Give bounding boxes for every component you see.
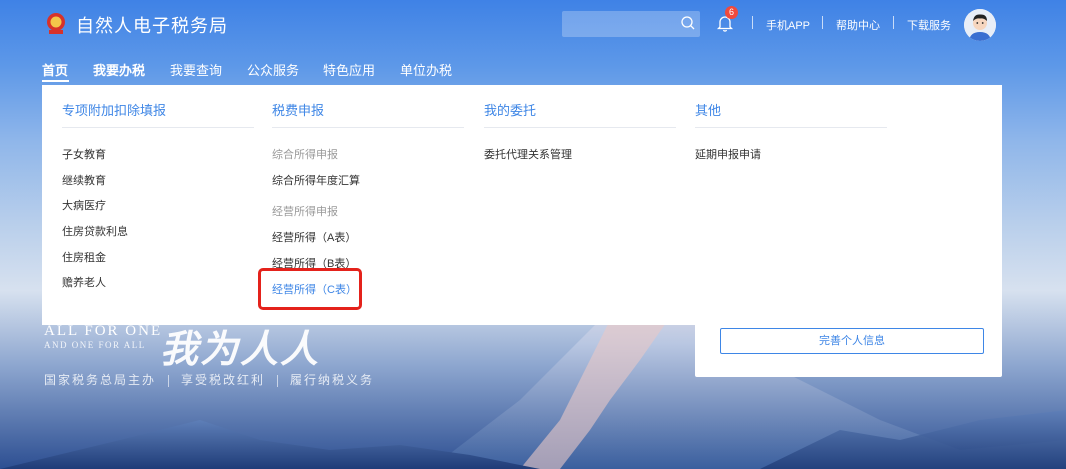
hero-slogan-line1: ALL FOR ONE	[44, 323, 163, 339]
menu-item-deferred-filing[interactable]: 延期申报申请	[695, 146, 761, 162]
tagline-divider	[277, 375, 279, 388]
group-label-comprehensive-income: 综合所得申报	[272, 149, 338, 161]
menu-item-elderly-support[interactable]: 赡养老人	[62, 274, 106, 290]
tax-handling-mega-menu: 专项附加扣除填报 子女教育 继续教育 大病医疗 住房贷款利息 住房租金 赡养老人…	[42, 85, 1002, 325]
menu-item-business-income-a[interactable]: 经营所得（A表）	[272, 229, 356, 245]
column-title: 我的委托	[484, 103, 537, 118]
nav-item-public-service[interactable]: 公众服务	[247, 60, 299, 79]
nav-item-employer-tax[interactable]: 单位办税	[400, 60, 452, 79]
menu-item-annual-reconciliation[interactable]: 综合所得年度汇算	[272, 172, 360, 188]
menu-item-housing-rent[interactable]: 住房租金	[62, 249, 106, 265]
column-divider	[62, 127, 254, 128]
menu-item-mortgage-interest[interactable]: 住房贷款利息	[62, 223, 128, 239]
tagline-part: 国家税务总局主办	[44, 373, 157, 387]
column-title: 专项附加扣除填报	[62, 103, 167, 118]
highlight-annotation-box	[258, 268, 362, 310]
group-label-business-income: 经营所得申报	[272, 206, 338, 218]
site-title[interactable]: 自然人电子税务局	[76, 12, 228, 38]
menu-item-serious-illness[interactable]: 大病医疗	[62, 197, 106, 213]
download-service-link[interactable]: 下载服务	[907, 17, 951, 33]
column-divider	[484, 127, 676, 128]
column-title: 税费申报	[272, 103, 325, 118]
search-input[interactable]	[562, 11, 690, 37]
nav-active-underline	[42, 80, 69, 82]
tagline-divider	[168, 375, 170, 388]
user-info-card: 完善个人信息	[695, 325, 1002, 377]
hero-slogan-line2: AND ONE FOR ALL	[44, 340, 146, 350]
search-box[interactable]	[562, 11, 700, 37]
tagline-part: 享受税改红利	[181, 373, 266, 387]
tax-bureau-emblem-icon[interactable]	[42, 10, 70, 38]
user-avatar[interactable]	[964, 9, 996, 41]
column-title: 其他	[695, 103, 722, 118]
nav-item-tax-handling[interactable]: 我要办税	[93, 60, 145, 79]
top-header: 自然人电子税务局 6 手机APP 帮助中心 下载服务 首页 我要办税 我要查询 …	[0, 0, 1066, 88]
nav-item-query[interactable]: 我要查询	[170, 60, 222, 79]
tagline-part: 履行纳税义务	[290, 373, 375, 387]
menu-item-continuing-education[interactable]: 继续教育	[62, 172, 106, 188]
hero-tagline: 国家税务总局主办 享受税改红利 履行纳税义务	[44, 371, 374, 388]
header-divider	[893, 16, 894, 29]
search-icon[interactable]	[680, 15, 696, 31]
menu-item-child-education[interactable]: 子女教育	[62, 146, 106, 162]
complete-profile-button[interactable]: 完善个人信息	[720, 328, 984, 354]
column-divider	[272, 127, 464, 128]
hero-calligraphy: 我为人人	[160, 326, 321, 371]
nav-item-featured-apps[interactable]: 特色应用	[323, 60, 375, 79]
mobile-app-link[interactable]: 手机APP	[766, 17, 810, 33]
header-divider	[822, 16, 823, 29]
help-center-link[interactable]: 帮助中心	[836, 17, 880, 33]
notification-count-badge: 6	[725, 6, 738, 19]
user-avatar-icon	[964, 9, 996, 41]
header-divider	[752, 16, 753, 29]
column-divider	[695, 127, 887, 128]
menu-item-delegation-management[interactable]: 委托代理关系管理	[484, 146, 572, 162]
nav-item-home[interactable]: 首页	[42, 60, 68, 79]
